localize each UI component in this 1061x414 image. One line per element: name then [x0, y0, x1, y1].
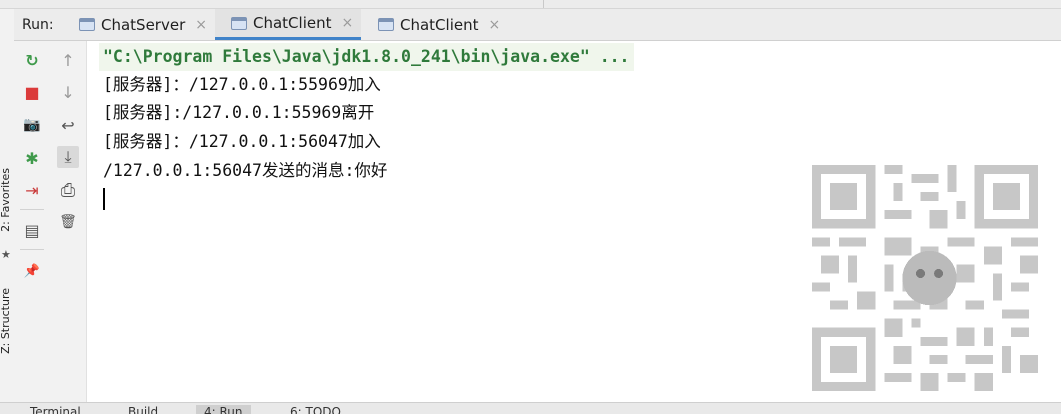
- close-icon[interactable]: ×: [341, 15, 353, 31]
- layout-icon: ▤: [24, 220, 40, 240]
- app-window-icon: [378, 18, 394, 31]
- camera-icon: 📷: [23, 117, 41, 133]
- favorites-star-icon: ★: [1, 248, 11, 261]
- clear-all-button[interactable]: 🗑: [57, 211, 79, 233]
- stop-button[interactable]: ■: [21, 81, 43, 103]
- run-tab-bar: Run: ChatServer × ChatClient × ChatClien…: [14, 9, 1061, 41]
- debug-button[interactable]: ✱: [21, 147, 43, 169]
- console-line: [服务器]：/127.0.0.1:56047加入: [103, 132, 381, 151]
- down-stack-button[interactable]: ↓: [57, 81, 79, 103]
- close-icon[interactable]: ×: [195, 17, 207, 33]
- up-stack-button[interactable]: ↑: [57, 49, 79, 71]
- bottom-tool-bar: Terminal Build 4: Run 6: TODO: [0, 402, 1061, 414]
- console-line: /127.0.0.1:56047发送的消息:你好: [103, 161, 388, 180]
- exit-button[interactable]: ⇥: [21, 179, 43, 201]
- arrow-down-icon: ↓: [61, 82, 75, 102]
- soft-wrap-button[interactable]: ↩: [57, 114, 79, 136]
- layout-button[interactable]: ▤: [21, 219, 43, 241]
- print-button[interactable]: ⎙: [57, 179, 79, 201]
- qr-code-watermark: [812, 165, 1038, 391]
- tab-chatclient-active[interactable]: ChatClient ×: [215, 9, 362, 40]
- favorites-tool-button[interactable]: 2: Favorites: [0, 168, 12, 232]
- console-command-line: "C:\Program Files\Java\jdk1.8.0_241\bin\…: [99, 43, 634, 71]
- divider: [20, 249, 44, 250]
- rerun-icon: ↻: [25, 50, 39, 70]
- print-icon: ⎙: [60, 179, 76, 201]
- editor-tab-strip: [0, 0, 1061, 9]
- console-line: [服务器]:/127.0.0.1:55969离开: [103, 103, 375, 122]
- divider: [543, 0, 544, 8]
- tab-chatclient[interactable]: ChatClient ×: [378, 9, 500, 40]
- pin-icon: 📌: [23, 263, 41, 279]
- scroll-to-end-icon: ⤓: [64, 147, 72, 166]
- divider: [20, 209, 44, 210]
- text-caret: [103, 188, 105, 210]
- tab-label: ChatClient: [400, 15, 479, 34]
- app-window-icon: [231, 16, 247, 30]
- avatar: [902, 250, 957, 306]
- exit-icon: ⇥: [25, 180, 39, 200]
- run-toolbar-secondary: ↑ ↓ ↩ ⤓ ⎙ 🗑: [50, 41, 87, 402]
- run-toolbar-primary: ↻ ■ 📷 ✱ ⇥ ▤ 📌: [14, 41, 50, 402]
- rerun-button[interactable]: ↻: [21, 49, 43, 71]
- structure-tool-button[interactable]: Z: Structure: [0, 288, 12, 354]
- scroll-to-end-button[interactable]: ⤓: [57, 146, 79, 168]
- tab-label: ChatServer: [101, 15, 186, 34]
- console-line: [服务器]：/127.0.0.1:55969加入: [103, 75, 381, 94]
- dump-threads-button[interactable]: 📷: [21, 114, 43, 136]
- pin-tab-button[interactable]: 📌: [21, 260, 43, 282]
- soft-wrap-icon: ↩: [61, 115, 75, 135]
- tab-chatserver[interactable]: ChatServer ×: [79, 9, 207, 40]
- arrow-up-icon: ↑: [61, 50, 75, 70]
- stop-icon: ■: [24, 82, 40, 102]
- trash-icon: 🗑: [59, 214, 77, 230]
- close-icon[interactable]: ×: [488, 17, 500, 33]
- tab-label: ChatClient: [253, 14, 332, 32]
- app-window-icon: [79, 18, 95, 31]
- left-tool-stripe: 2: Favorites ★ Z: Structure: [0, 40, 15, 402]
- debug-bug-icon: ✱: [25, 148, 39, 168]
- run-label: Run:: [22, 17, 54, 33]
